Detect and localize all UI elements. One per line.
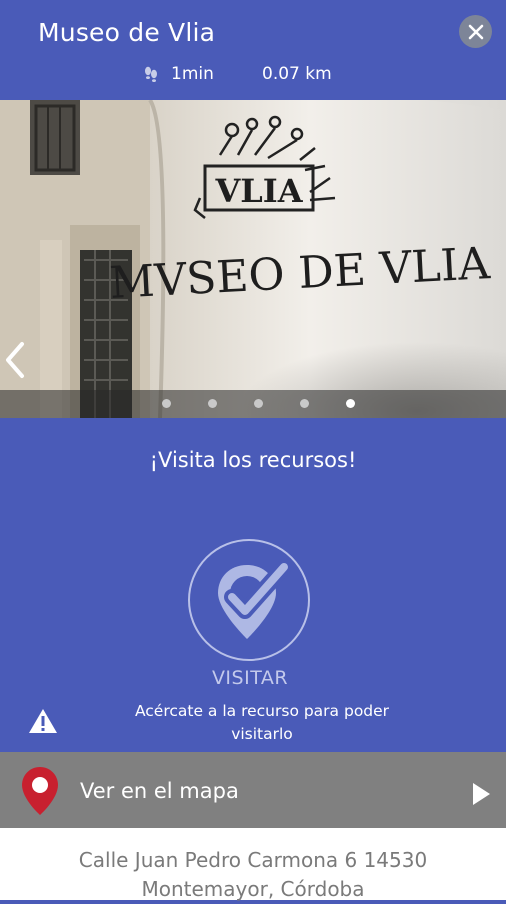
slide-dot[interactable] (208, 399, 217, 408)
view-on-map-label[interactable]: Ver en el mapa (80, 779, 239, 803)
address: Calle Juan Pedro Carmona 6 14530 Montema… (0, 828, 506, 901)
view-on-map-button[interactable] (0, 752, 506, 828)
visit-button[interactable] (188, 539, 310, 661)
warning-icon (29, 709, 57, 733)
distance: 0.07 km (262, 64, 332, 84)
slide-indicator (0, 390, 506, 418)
proximity-hint: Acércate a la recurso para poder visitar… (110, 700, 414, 746)
walk-time: 1min (171, 64, 214, 84)
close-button[interactable] (459, 15, 492, 48)
slide-dot[interactable] (300, 399, 309, 408)
map-pin-icon (22, 767, 58, 815)
header: Museo de Vlia 1min 0.07 km (0, 0, 506, 100)
close-icon (468, 24, 483, 39)
location-check-icon (218, 559, 292, 639)
slide-dot[interactable] (162, 399, 171, 408)
hint-line-2: visitarlo (231, 725, 293, 743)
play-arrow-icon[interactable] (470, 781, 492, 807)
sign-logo: VLIA (214, 172, 303, 210)
footsteps-icon (145, 66, 157, 82)
visit-button-label[interactable]: VISITAR (0, 667, 500, 689)
chevron-left-icon[interactable] (2, 340, 26, 380)
slide-dot[interactable] (254, 399, 263, 408)
hint-line-1: Acércate a la recurso para poder (134, 702, 390, 720)
visit-invite-text: ¡Visita los recursos! (149, 448, 357, 472)
address-line-1: Calle Juan Pedro Carmona 6 14530 (78, 848, 428, 872)
slide-dot-active[interactable] (346, 399, 355, 408)
page-title: Museo de Vlia (38, 18, 216, 47)
image-gallery[interactable]: VLIA MVSEO DE VLIA (0, 100, 506, 418)
museum-photo: VLIA MVSEO DE VLIA (0, 100, 506, 418)
